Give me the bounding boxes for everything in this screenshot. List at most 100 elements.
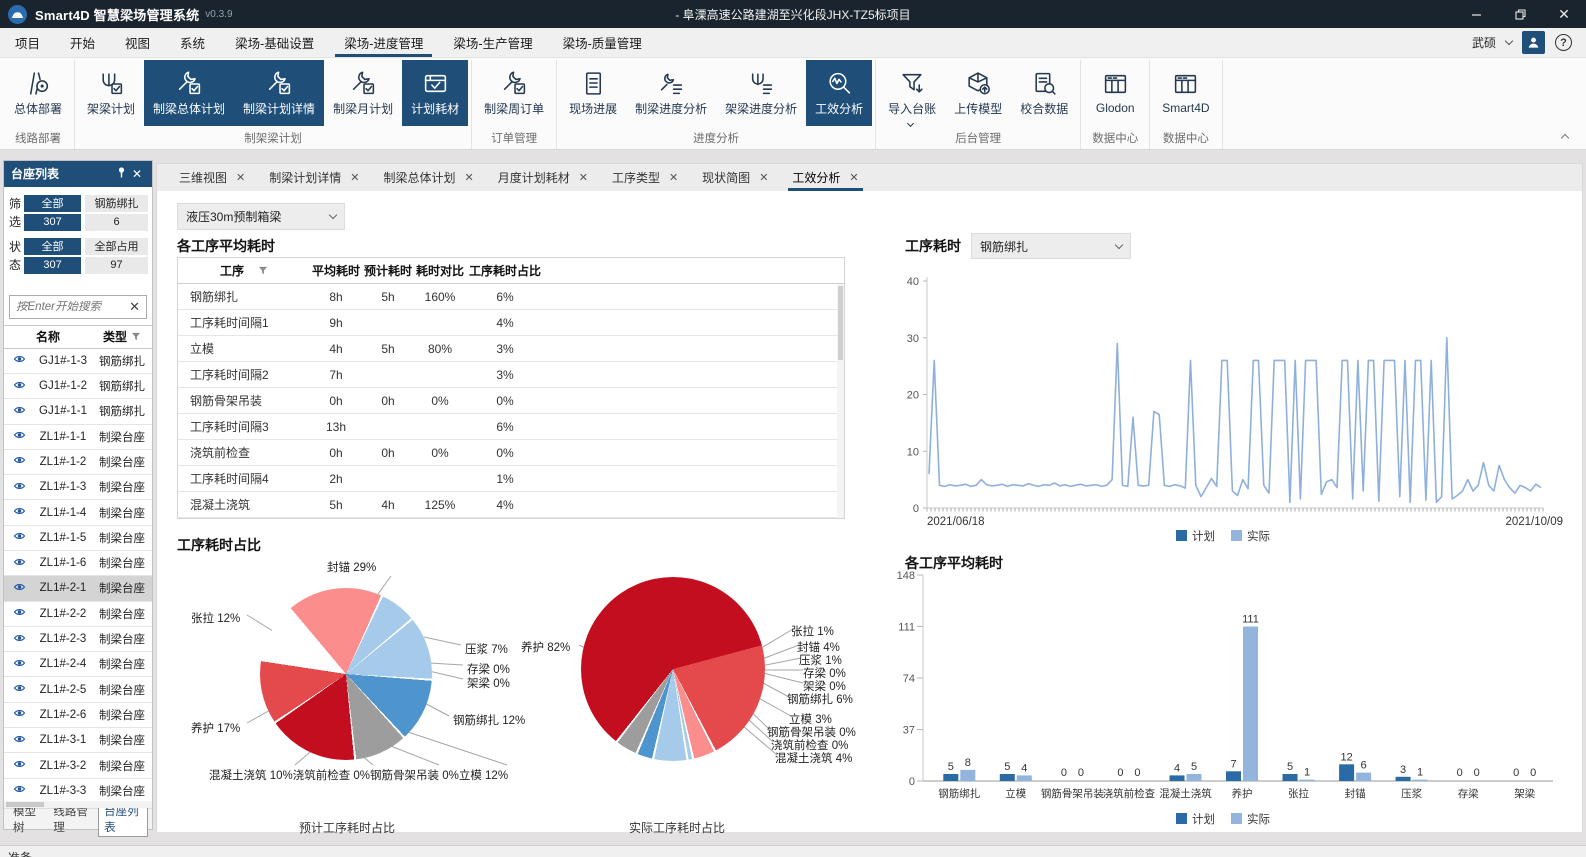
search-input[interactable]	[16, 301, 129, 313]
column-name[interactable]: 名称	[4, 328, 92, 345]
pedestal-row[interactable]: GJ1#-1-1钢筋绑扎	[4, 399, 152, 424]
tab-close-icon[interactable]: ✕	[464, 171, 473, 184]
filter-funnel-icon[interactable]	[258, 266, 268, 276]
table-row[interactable]: 钢筋绑扎8h5h160%6%	[178, 284, 844, 310]
eye-icon[interactable]	[4, 556, 34, 571]
eye-icon[interactable]	[4, 657, 34, 672]
help-icon[interactable]: ?	[1555, 34, 1572, 51]
ribbon-button-data-grid[interactable]: Glodon	[1084, 60, 1146, 126]
eye-icon[interactable]	[4, 404, 34, 419]
search-box[interactable]: ✕	[9, 295, 147, 319]
close-button[interactable]: ✕	[1542, 0, 1586, 28]
pedestal-row[interactable]: ZL1#-1-2制梁台座	[4, 450, 152, 475]
ribbon-button-box-check[interactable]: 计划耗材	[402, 60, 468, 126]
ribbon-button-crane-check[interactable]: 架梁计划	[78, 60, 144, 126]
table-row[interactable]: 浇筑前检查0h0h0%0%	[178, 440, 844, 466]
filter-all-button[interactable]: 全部	[24, 195, 81, 212]
eye-icon[interactable]	[4, 783, 34, 798]
ribbon-button-verify-data[interactable]: 校合数据	[1011, 60, 1077, 126]
pedestal-row[interactable]: ZL1#-3-2制梁台座	[4, 753, 152, 778]
tab-制梁总体计划[interactable]: 制梁总体计划✕	[371, 164, 485, 191]
menu-item-1[interactable]: 项目	[0, 28, 55, 57]
pedestal-row[interactable]: ZL1#-2-3制梁台座	[4, 627, 152, 652]
ribbon-button-upload-model[interactable]: 上传模型	[945, 60, 1011, 126]
tab-close-icon[interactable]: ✕	[669, 171, 678, 184]
tab-close-icon[interactable]: ✕	[579, 171, 588, 184]
eye-icon[interactable]	[4, 480, 34, 495]
ribbon-button-deploy[interactable]: 总体部署	[5, 60, 71, 126]
menu-item-2[interactable]: 开始	[55, 28, 110, 57]
eye-icon[interactable]	[4, 606, 34, 621]
eye-icon[interactable]	[4, 581, 34, 596]
eye-icon[interactable]	[4, 733, 34, 748]
eye-icon[interactable]	[4, 632, 34, 647]
menu-item-5[interactable]: 梁场-基础设置	[220, 28, 329, 57]
menu-item-8[interactable]: 梁场-质量管理	[548, 28, 657, 57]
eye-icon[interactable]	[4, 758, 34, 773]
tab-close-icon[interactable]: ✕	[236, 171, 245, 184]
status-all-button[interactable]: 全部	[24, 238, 81, 255]
menu-item-7[interactable]: 梁场-生产管理	[438, 28, 547, 57]
search-clear-icon[interactable]: ✕	[129, 299, 140, 315]
tab-现状简图[interactable]: 现状简图✕	[690, 164, 780, 191]
eye-icon[interactable]	[4, 454, 34, 469]
tab-三维视图[interactable]: 三维视图✕	[167, 164, 257, 191]
ribbon-button-wrench-list[interactable]: 制梁进度分析	[626, 60, 716, 126]
filter-type-button[interactable]: 钢筋绑扎	[85, 195, 148, 212]
ribbon-button-doc[interactable]: 现场进展	[560, 60, 626, 126]
ribbon-collapse-chevron-icon[interactable]	[1562, 128, 1576, 138]
ribbon-button-pulse-search[interactable]: 工效分析	[806, 60, 872, 126]
table-vertical-scrollbar[interactable]	[837, 284, 844, 518]
status-occupied-count[interactable]: 97	[85, 257, 148, 274]
pedestal-row[interactable]: ZL1#-3-3制梁台座	[4, 779, 152, 801]
menu-item-6[interactable]: 梁场-进度管理	[329, 28, 438, 57]
pedestal-row[interactable]: ZL1#-1-4制梁台座	[4, 500, 152, 525]
ribbon-button-data-grid[interactable]: Smart4D	[1153, 60, 1218, 126]
pedestal-row[interactable]: ZL1#-1-3制梁台座	[4, 475, 152, 500]
pedestal-row[interactable]: ZL1#-1-1制梁台座	[4, 425, 152, 450]
tab-制梁计划详情[interactable]: 制梁计划详情✕	[257, 164, 371, 191]
pedestal-row[interactable]: GJ1#-1-2钢筋绑扎	[4, 374, 152, 399]
status-all-count[interactable]: 307	[24, 257, 81, 274]
filter-funnel-icon[interactable]	[131, 332, 141, 342]
pedestal-row[interactable]: ZL1#-2-5制梁台座	[4, 677, 152, 702]
eye-icon[interactable]	[4, 707, 34, 722]
horizontal-scrollbar[interactable]	[4, 801, 152, 808]
beam-type-dropdown[interactable]: 液压30m预制箱梁	[177, 203, 345, 230]
pin-icon[interactable]	[113, 166, 129, 181]
process-dropdown[interactable]: 钢筋绑扎	[971, 233, 1131, 259]
ribbon-button-wrench-check[interactable]: 制梁周订单	[475, 60, 553, 126]
table-row[interactable]: 混凝土浇筑5h4h125%4%	[178, 492, 844, 518]
table-row[interactable]: 工序耗时间隔42h1%	[178, 466, 844, 492]
pedestal-row[interactable]: ZL1#-2-6制梁台座	[4, 703, 152, 728]
user-chevron-down-icon[interactable]	[1505, 37, 1513, 45]
eye-icon[interactable]	[4, 379, 34, 394]
ribbon-button-wrench-check[interactable]: 制梁总体计划	[144, 60, 234, 126]
user-name[interactable]: 武硕	[1472, 34, 1496, 51]
tab-close-icon[interactable]: ✕	[849, 171, 858, 184]
table-row[interactable]: 工序耗时间隔313h6%	[178, 414, 844, 440]
ribbon-button-import-ledger[interactable]: 导入台账	[879, 60, 945, 126]
tab-close-icon[interactable]: ✕	[759, 171, 768, 184]
column-type[interactable]: 类型	[92, 328, 152, 345]
panel-close-icon[interactable]: ✕	[129, 167, 145, 181]
pedestal-row[interactable]: ZL1#-2-2制梁台座	[4, 602, 152, 627]
ribbon-button-crane-list[interactable]: 架梁进度分析	[716, 60, 806, 126]
eye-icon[interactable]	[4, 682, 34, 697]
status-occupied-button[interactable]: 全部占用	[85, 238, 148, 255]
minimize-button[interactable]	[1454, 0, 1498, 28]
table-row[interactable]: 立模4h5h80%3%	[178, 336, 844, 362]
pedestal-row[interactable]: ZL1#-3-1制梁台座	[4, 728, 152, 753]
ribbon-button-wrench-check[interactable]: 制梁月计划	[324, 60, 402, 126]
tab-close-icon[interactable]: ✕	[350, 171, 359, 184]
table-row[interactable]: 钢筋骨架吊装0h0h0%0%	[178, 388, 844, 414]
ribbon-button-wrench-check[interactable]: 制梁计划详情	[234, 60, 324, 126]
filter-type-count[interactable]: 6	[85, 214, 148, 231]
eye-icon[interactable]	[4, 429, 34, 444]
tab-月度计划耗材[interactable]: 月度计划耗材✕	[486, 164, 600, 191]
tab-工效分析[interactable]: 工效分析✕	[780, 164, 870, 191]
pedestal-row[interactable]: GJ1#-1-3钢筋绑扎	[4, 349, 152, 374]
user-avatar[interactable]	[1522, 31, 1545, 54]
tab-工序类型[interactable]: 工序类型✕	[600, 164, 690, 191]
table-row[interactable]: 工序耗时间隔5	[178, 518, 844, 519]
